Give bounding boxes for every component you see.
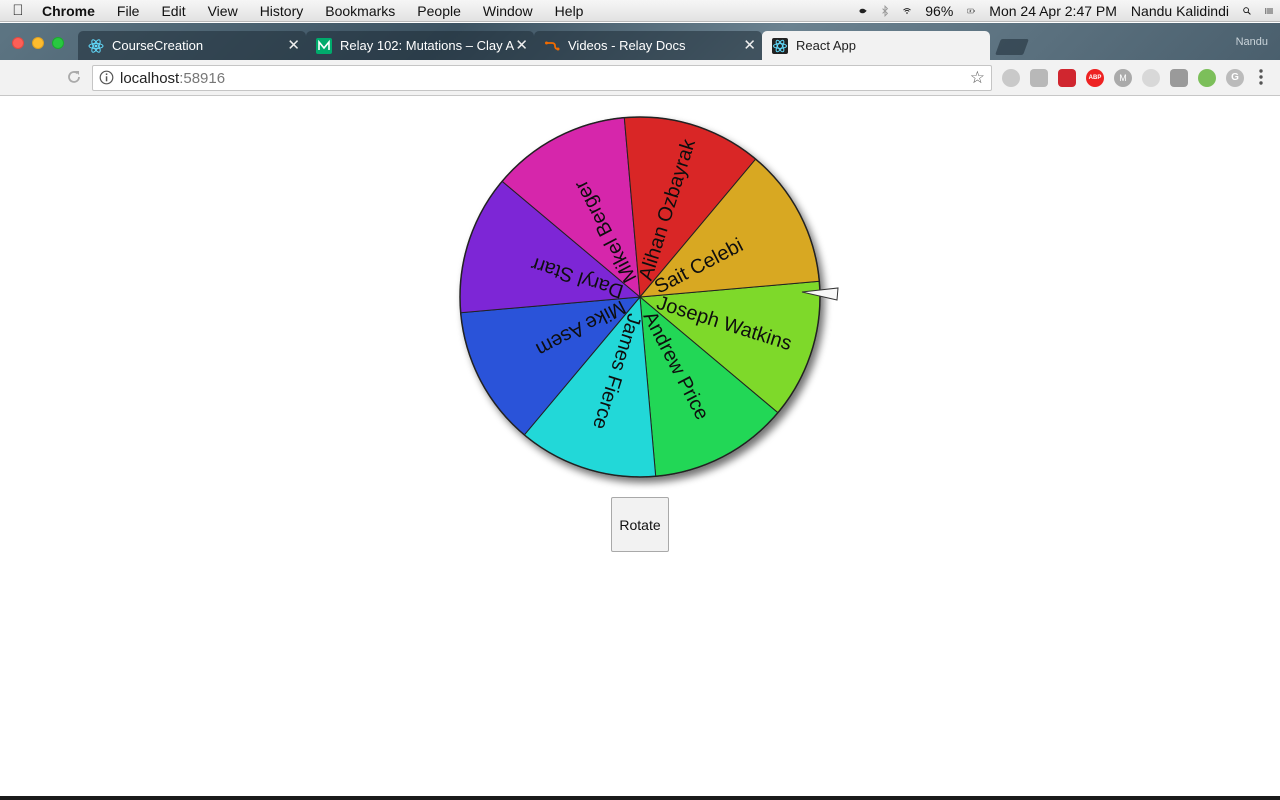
- apple-logo-icon[interactable]: : [0, 2, 36, 19]
- notification-center-icon[interactable]: [1258, 0, 1280, 22]
- reader-icon[interactable]: [1030, 69, 1048, 87]
- relay-icon: [545, 41, 560, 51]
- url-host: localhost: [120, 70, 180, 87]
- menu-people[interactable]: People: [406, 3, 472, 19]
- bluetooth-icon[interactable]: [874, 0, 896, 22]
- bookmark-star-icon[interactable]: ☆: [970, 68, 985, 88]
- close-tab-icon[interactable]: ✕: [743, 31, 756, 60]
- menu-bar-user[interactable]: Nandu Kalidindi: [1124, 3, 1236, 19]
- shield-icon[interactable]: [1170, 69, 1188, 87]
- coffee-icon[interactable]: [852, 0, 874, 22]
- chrome-menu-icon[interactable]: [1258, 68, 1268, 91]
- grammarly-icon[interactable]: G: [1226, 69, 1244, 87]
- battery-percent: 96%: [925, 2, 954, 19]
- react-devtools-icon[interactable]: [1142, 69, 1160, 87]
- tree-icon[interactable]: [1198, 69, 1216, 87]
- m-extension-icon[interactable]: M: [1114, 69, 1132, 87]
- wheel-disc: Joseph WatkinsAndrew PriceJames FierceMi…: [459, 116, 821, 478]
- tab-title: React App: [796, 38, 856, 53]
- sync-icon[interactable]: [1002, 69, 1020, 87]
- address-url: localhost:58916: [120, 70, 225, 87]
- url-port: :58916: [179, 70, 226, 87]
- menu-bookmarks[interactable]: Bookmarks: [314, 3, 406, 19]
- tab-relay-102-mutations[interactable]: Relay 102: Mutations – Clay A ✕: [306, 31, 534, 60]
- tab-title: Videos - Relay Docs: [568, 38, 686, 53]
- new-tab-button[interactable]: [995, 39, 1029, 55]
- macos-menu-bar:  Chrome File Edit View History Bookmark…: [0, 0, 1280, 22]
- address-bar[interactable]: localhost:58916 ☆: [92, 65, 992, 91]
- tab-videos-relay-docs[interactable]: Videos - Relay Docs ✕: [534, 31, 762, 60]
- page-content: Joseph Watkins Andrew Price James Fierce Mi…: [0, 97, 1280, 797]
- medium-icon: [316, 38, 332, 54]
- spotlight-search-icon[interactable]: [1236, 0, 1258, 22]
- menu-window[interactable]: Window: [472, 3, 544, 19]
- battery-icon[interactable]: [960, 0, 982, 22]
- menu-file[interactable]: File: [106, 3, 151, 19]
- tab-title: Relay 102: Mutations – Clay A: [340, 38, 515, 53]
- close-tab-icon[interactable]: ✕: [515, 31, 528, 60]
- tab-coursecreation[interactable]: CourseCreation ✕: [78, 31, 306, 60]
- close-tab-icon[interactable]: ✕: [287, 31, 300, 60]
- rotate-button[interactable]: Rotate: [611, 497, 669, 552]
- minimize-window-button[interactable]: [32, 37, 44, 49]
- browser-toolbar: localhost:58916 ☆ ABP M G: [0, 60, 1280, 96]
- window-bottom-edge: [0, 796, 1280, 800]
- browser-tab-strip: CourseCreation ✕ Relay 102: Mutations – …: [0, 23, 1280, 60]
- react-icon: [772, 38, 788, 54]
- react-icon: [88, 39, 104, 53]
- menu-view[interactable]: View: [197, 3, 249, 19]
- adblock-icon[interactable]: ABP: [1086, 69, 1104, 87]
- tab-title: CourseCreation: [112, 38, 204, 53]
- tab-react-app[interactable]: React App: [762, 31, 990, 60]
- name-wheel: Joseph WatkinsAndrew PriceJames FierceMi…: [459, 116, 839, 478]
- site-info-icon[interactable]: [99, 70, 114, 89]
- profile-name[interactable]: Nandu: [1236, 36, 1268, 48]
- menu-edit[interactable]: Edit: [150, 3, 196, 19]
- pocket-icon[interactable]: [1058, 69, 1076, 87]
- reload-icon[interactable]: [66, 69, 82, 90]
- close-window-button[interactable]: [12, 37, 24, 49]
- zoom-window-button[interactable]: [52, 37, 64, 49]
- menu-history[interactable]: History: [249, 3, 315, 19]
- menu-app-name[interactable]: Chrome: [36, 3, 106, 19]
- menu-bar-status-area: 96% Mon 24 Apr 2:47 PM Nandu Kalidindi: [852, 0, 1280, 22]
- wifi-icon[interactable]: [896, 0, 918, 22]
- menu-help[interactable]: Help: [544, 3, 595, 19]
- menu-bar-clock[interactable]: Mon 24 Apr 2:47 PM: [982, 3, 1124, 19]
